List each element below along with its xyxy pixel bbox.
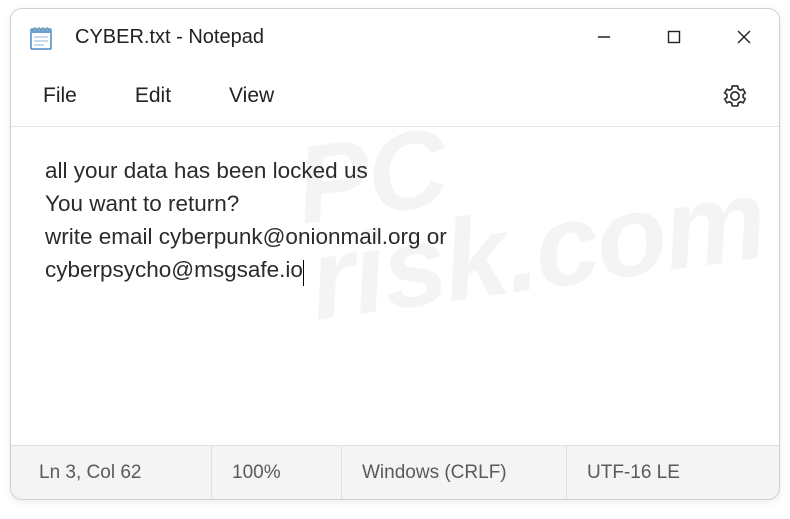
status-position: Ln 3, Col 62 bbox=[11, 446, 211, 499]
close-button[interactable] bbox=[709, 9, 779, 65]
gear-icon bbox=[722, 83, 748, 109]
notepad-icon bbox=[29, 23, 53, 51]
settings-button[interactable] bbox=[713, 74, 757, 118]
status-zoom[interactable]: 100% bbox=[211, 446, 341, 499]
editor-line: all your data has been locked us bbox=[45, 158, 368, 183]
window-controls bbox=[569, 9, 779, 65]
editor-line: You want to return? bbox=[45, 191, 239, 216]
statusbar: Ln 3, Col 62 100% Windows (CRLF) UTF-16 … bbox=[11, 445, 779, 499]
menubar: File Edit View bbox=[11, 65, 779, 127]
titlebar: CYBER.txt - Notepad bbox=[11, 9, 779, 65]
editor-line: write email cyberpunk@onionmail.org or bbox=[45, 224, 447, 249]
status-encoding: UTF-16 LE bbox=[566, 446, 779, 499]
maximize-button[interactable] bbox=[639, 9, 709, 65]
notepad-window: CYBER.txt - Notepad File Edit View bbox=[10, 8, 780, 500]
minimize-button[interactable] bbox=[569, 9, 639, 65]
text-editor[interactable]: all your data has been locked us You wan… bbox=[11, 127, 779, 445]
menu-view[interactable]: View bbox=[219, 78, 284, 114]
window-title: CYBER.txt - Notepad bbox=[75, 26, 569, 49]
menu-file[interactable]: File bbox=[33, 78, 87, 114]
menu-edit[interactable]: Edit bbox=[125, 78, 181, 114]
status-line-ending: Windows (CRLF) bbox=[341, 446, 566, 499]
editor-line: cyberpsycho@msgsafe.io bbox=[45, 257, 303, 282]
text-caret bbox=[303, 260, 304, 286]
